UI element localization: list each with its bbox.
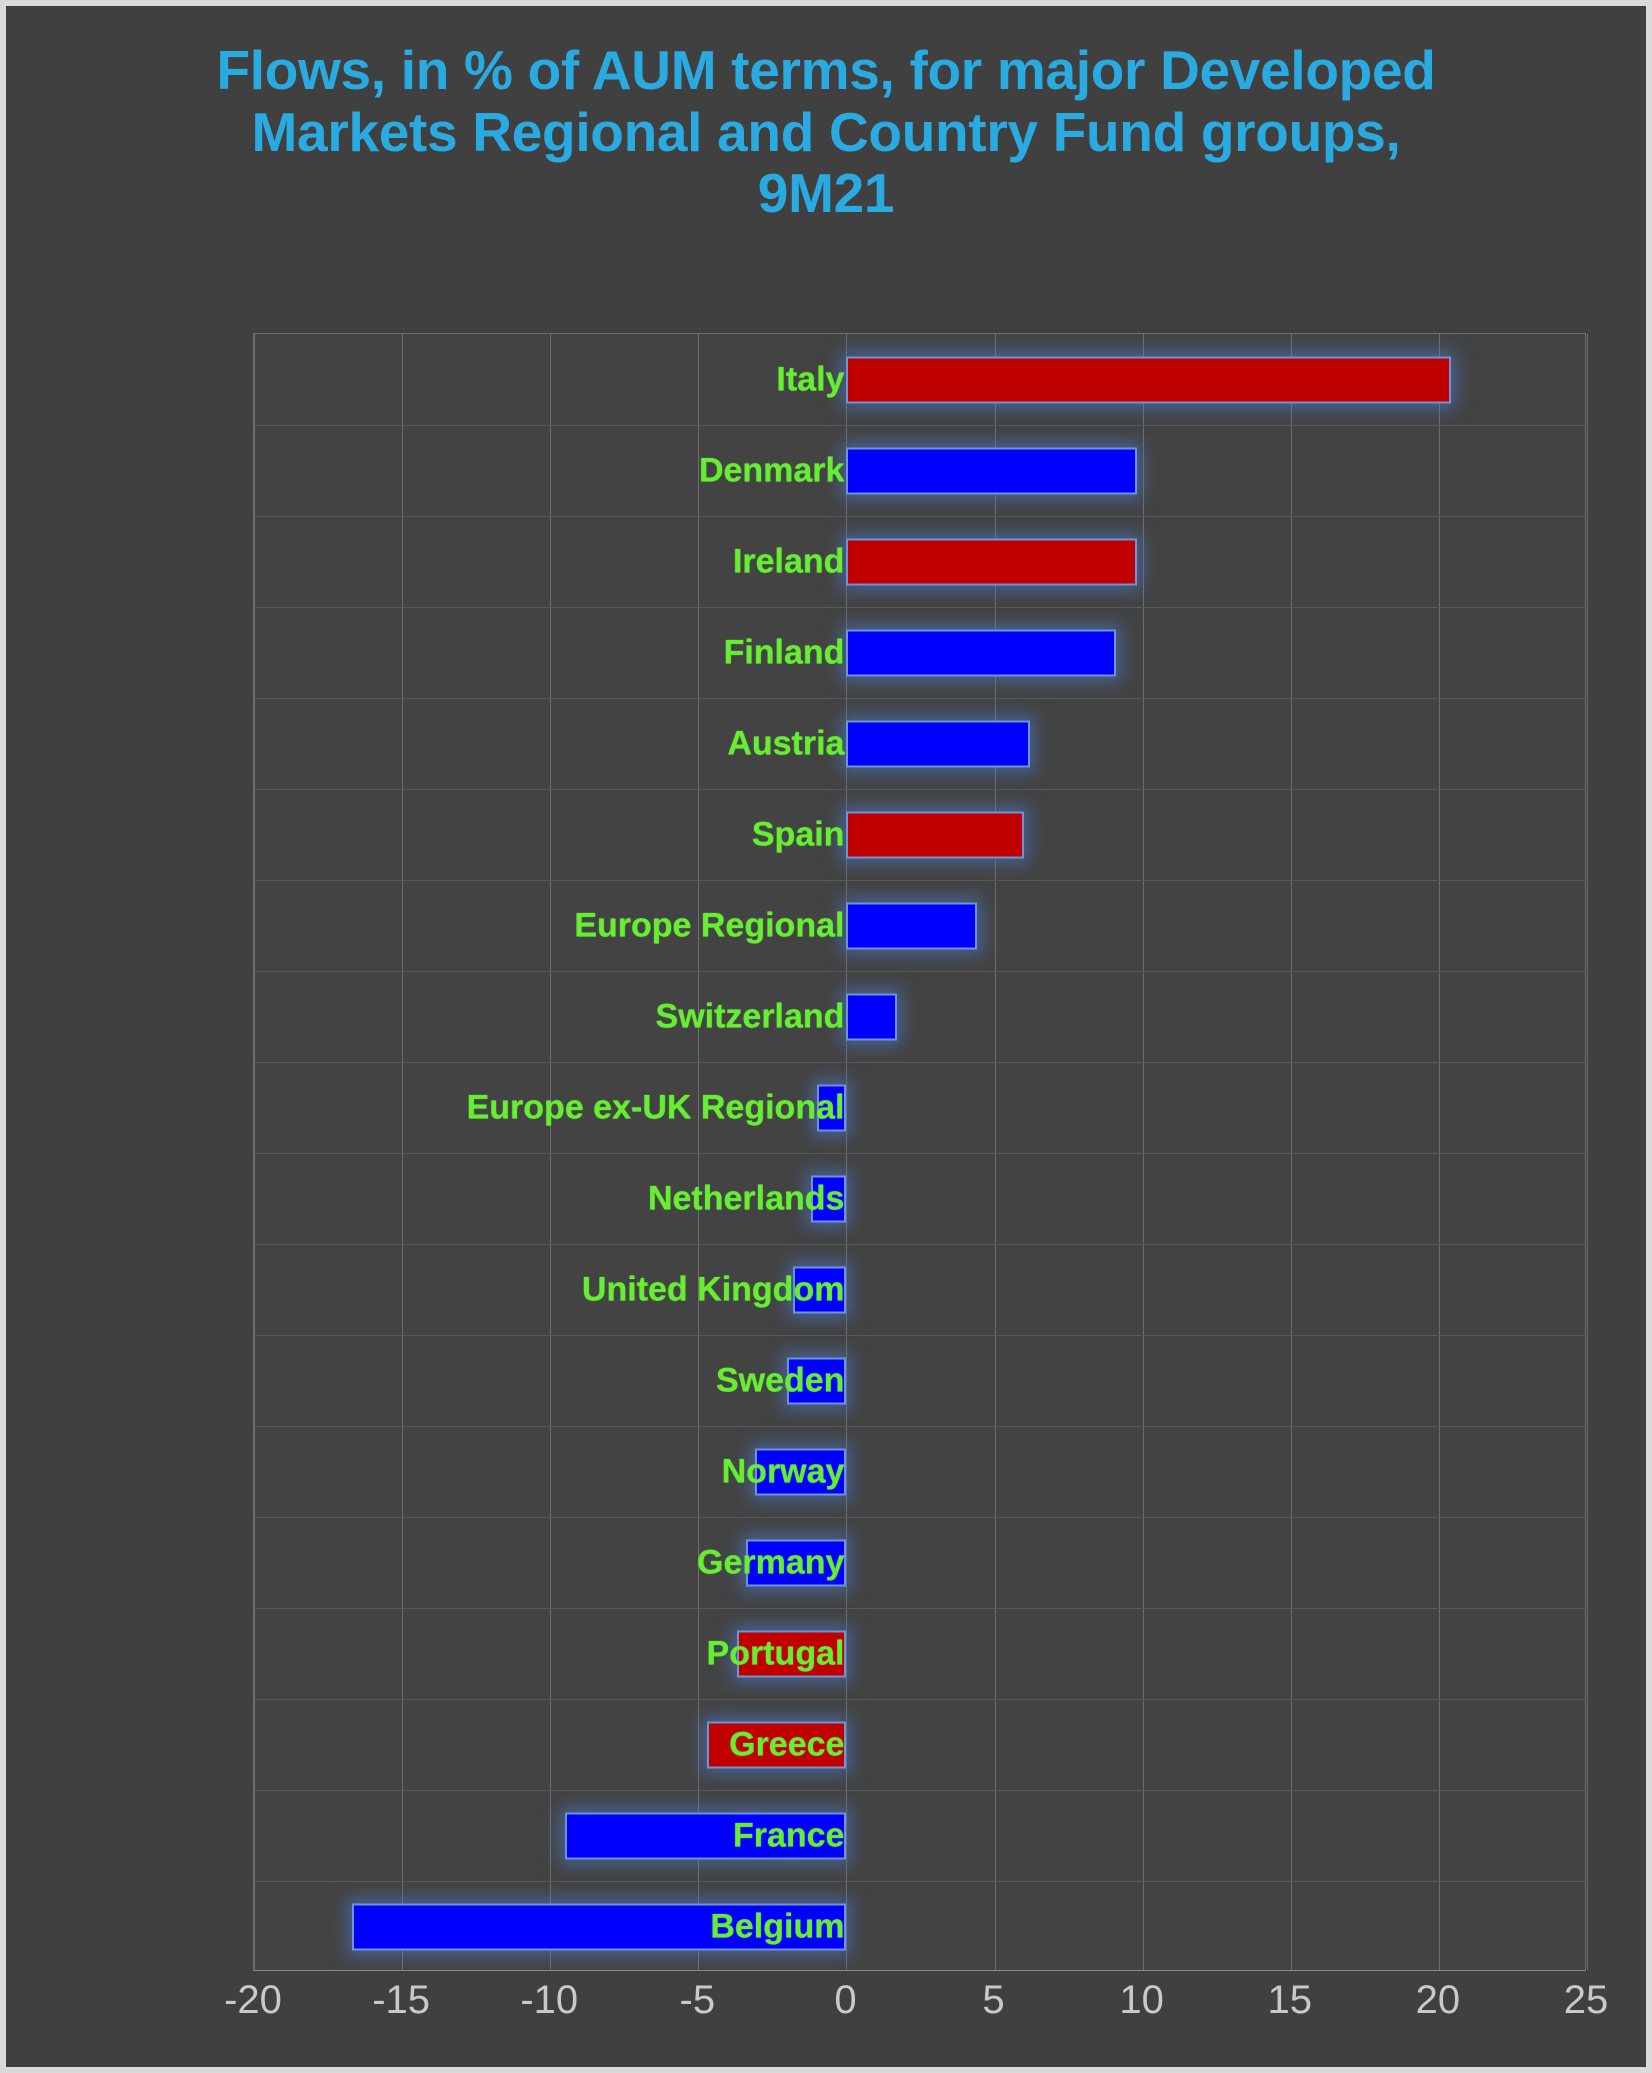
x-tick-label: -20 bbox=[224, 1978, 282, 2022]
horizontal-gridline bbox=[254, 425, 1585, 426]
category-label: Belgium bbox=[710, 1907, 845, 1945]
horizontal-gridline bbox=[254, 1517, 1585, 1518]
category-label: Ireland bbox=[732, 542, 845, 580]
chart-row: Europe Regional bbox=[254, 880, 1585, 971]
category-label: Europe ex-UK Regional bbox=[466, 1088, 845, 1126]
chart-row: France bbox=[254, 1790, 1585, 1881]
horizontal-gridline bbox=[254, 1244, 1585, 1245]
chart-row: Germany bbox=[254, 1517, 1585, 1608]
chart-row: Switzerland bbox=[254, 971, 1585, 1062]
bar-austria[interactable] bbox=[846, 720, 1031, 767]
x-tick-label: 10 bbox=[1119, 1978, 1164, 2022]
horizontal-gridline bbox=[254, 1608, 1585, 1609]
x-tick-label: -10 bbox=[520, 1978, 579, 2022]
bar-ireland[interactable] bbox=[846, 538, 1137, 585]
chart-row: Finland bbox=[254, 607, 1585, 698]
chart-row: Italy bbox=[254, 334, 1585, 425]
chart-row: Austria bbox=[254, 698, 1585, 789]
x-tick-label: 25 bbox=[1563, 1978, 1609, 2022]
x-tick-label: 5 bbox=[982, 1978, 1005, 2022]
x-tick-label: 15 bbox=[1267, 1978, 1313, 2022]
x-tick-label: -5 bbox=[679, 1978, 716, 2022]
x-tick-label: -15 bbox=[372, 1978, 431, 2022]
horizontal-gridline bbox=[254, 1426, 1585, 1427]
bar-switzerland[interactable] bbox=[846, 993, 897, 1040]
category-label: Europe Regional bbox=[574, 906, 845, 944]
horizontal-gridline bbox=[254, 880, 1585, 881]
chart-row: Europe ex-UK Regional bbox=[254, 1062, 1585, 1153]
chart-title: Flows, in % of AUM terms, for major Deve… bbox=[216, 39, 1436, 225]
chart-row: Netherlands bbox=[254, 1153, 1585, 1244]
bar-finland[interactable] bbox=[846, 629, 1116, 676]
category-label: Portugal bbox=[706, 1634, 845, 1672]
category-label: United Kingdom bbox=[581, 1270, 845, 1308]
horizontal-gridline bbox=[254, 516, 1585, 517]
bar-europe-regional[interactable] bbox=[846, 902, 977, 949]
horizontal-gridline bbox=[254, 1062, 1585, 1063]
chart-row: Sweden bbox=[254, 1335, 1585, 1426]
bar-italy[interactable] bbox=[846, 356, 1451, 403]
chart-row: Spain bbox=[254, 789, 1585, 880]
chart-container: Flows, in % of AUM terms, for major Deve… bbox=[0, 0, 1652, 2073]
chart-row: Greece bbox=[254, 1699, 1585, 1790]
category-label: Finland bbox=[723, 633, 845, 671]
horizontal-gridline bbox=[254, 607, 1585, 608]
x-axis: -20 -15 -10 -5 0 5 10 15 20 25 bbox=[224, 1978, 1608, 2058]
chart-row: Ireland bbox=[254, 516, 1585, 607]
plot-area: Italy Denmark Ireland Finland Austria Spain Eu… bbox=[253, 333, 1588, 1972]
horizontal-gridline bbox=[254, 1881, 1585, 1882]
chart-row: Belgium bbox=[254, 1881, 1585, 1972]
horizontal-gridline bbox=[254, 971, 1585, 972]
vertical-gridline bbox=[1587, 334, 1588, 1970]
x-tick-label: 20 bbox=[1415, 1978, 1461, 2022]
category-label: France bbox=[732, 1816, 845, 1854]
category-label: Italy bbox=[776, 360, 845, 398]
horizontal-gridline bbox=[254, 789, 1585, 790]
horizontal-gridline bbox=[254, 1790, 1585, 1791]
x-tick-label: 0 bbox=[834, 1978, 857, 2022]
chart-row: Portugal bbox=[254, 1608, 1585, 1699]
chart-row: United Kingdom bbox=[254, 1244, 1585, 1335]
category-label: Spain bbox=[751, 815, 845, 853]
chart-row: Denmark bbox=[254, 425, 1585, 516]
horizontal-gridline bbox=[254, 1153, 1585, 1154]
category-label: Switzerland bbox=[655, 997, 845, 1035]
category-label: Greece bbox=[729, 1725, 845, 1763]
horizontal-gridline bbox=[254, 698, 1585, 699]
category-label: Netherlands bbox=[647, 1179, 845, 1217]
category-label: Norway bbox=[721, 1452, 845, 1490]
category-label: Austria bbox=[727, 724, 845, 762]
category-label: Germany bbox=[697, 1543, 845, 1581]
horizontal-gridline bbox=[254, 1699, 1585, 1700]
horizontal-gridline bbox=[254, 1335, 1585, 1336]
bar-denmark[interactable] bbox=[846, 447, 1137, 494]
chart-row: Norway bbox=[254, 1426, 1585, 1517]
bar-spain[interactable] bbox=[846, 811, 1025, 858]
category-label: Sweden bbox=[715, 1361, 845, 1399]
category-label: Denmark bbox=[698, 451, 845, 489]
